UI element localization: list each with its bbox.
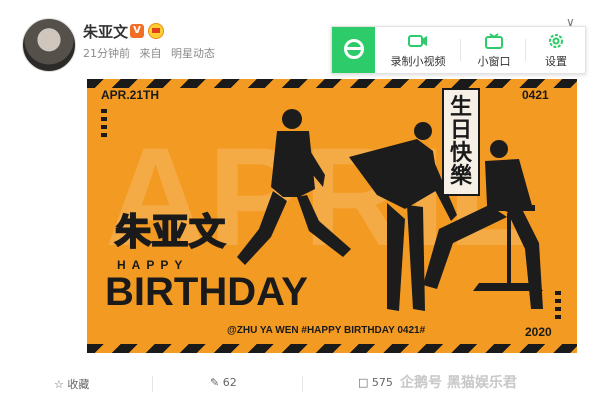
gear-icon	[546, 33, 566, 49]
watermark: 企鹅号 黑猫娱乐君	[400, 375, 517, 391]
figure-middle	[349, 122, 457, 311]
favorite-label: 收藏	[67, 378, 90, 391]
floating-toolbar: 录制小视频 小窗口 设置	[331, 26, 586, 74]
settings-button[interactable]: 设置	[534, 27, 578, 73]
name-title: 朱亚文	[114, 211, 227, 254]
mini-window-label: 小窗口	[477, 55, 511, 68]
greeting-box: 生日快樂	[442, 88, 480, 197]
avatar[interactable]	[22, 18, 76, 72]
post-meta: 21分钟前 来自 明星动态	[83, 45, 221, 61]
toolbar-divider	[460, 39, 461, 61]
repost-icon: ✎	[210, 376, 220, 389]
settings-label: 设置	[545, 55, 567, 68]
comment-button[interactable]: □ 575	[358, 376, 393, 389]
repost-count: 62	[222, 376, 237, 389]
verified-icon: V	[130, 24, 144, 38]
tv-icon	[484, 33, 504, 49]
birthday-text: BIRTHDAY	[105, 270, 308, 314]
post-time[interactable]: 21分钟前	[83, 47, 130, 60]
action-divider	[302, 376, 303, 392]
record-video-button[interactable]: 录制小视频	[382, 27, 454, 73]
post-source[interactable]: 明星动态	[171, 47, 215, 60]
member-crown-icon	[148, 23, 164, 39]
repost-button[interactable]: ✎ 62	[210, 376, 237, 389]
browser-logo-icon[interactable]	[332, 27, 375, 73]
source-prefix: 来自	[139, 47, 162, 60]
year-text: 2020	[525, 325, 552, 339]
video-camera-icon	[408, 33, 428, 49]
record-video-label: 录制小视频	[390, 55, 446, 68]
action-bar: ☆ 收藏 ✎ 62 □ 575	[0, 370, 609, 403]
figure-left	[237, 109, 351, 265]
star-icon: ☆	[54, 378, 64, 391]
post-image[interactable]: APRIL APR.21TH 0421 生日快樂 朱亚文 HAPPY BIRTH…	[87, 79, 577, 353]
action-divider	[152, 376, 153, 392]
mini-window-button[interactable]: 小窗口	[469, 27, 519, 73]
comment-count: 575	[371, 376, 393, 389]
toolbar-divider	[525, 39, 526, 61]
favorite-button[interactable]: ☆ 收藏	[54, 376, 89, 392]
comment-icon: □	[358, 376, 369, 389]
figure-right	[423, 140, 543, 309]
hashtag-text: @ZHU YA WEN #HAPPY BIRTHDAY 0421#	[227, 325, 426, 336]
username[interactable]: 朱亚文	[83, 21, 128, 42]
